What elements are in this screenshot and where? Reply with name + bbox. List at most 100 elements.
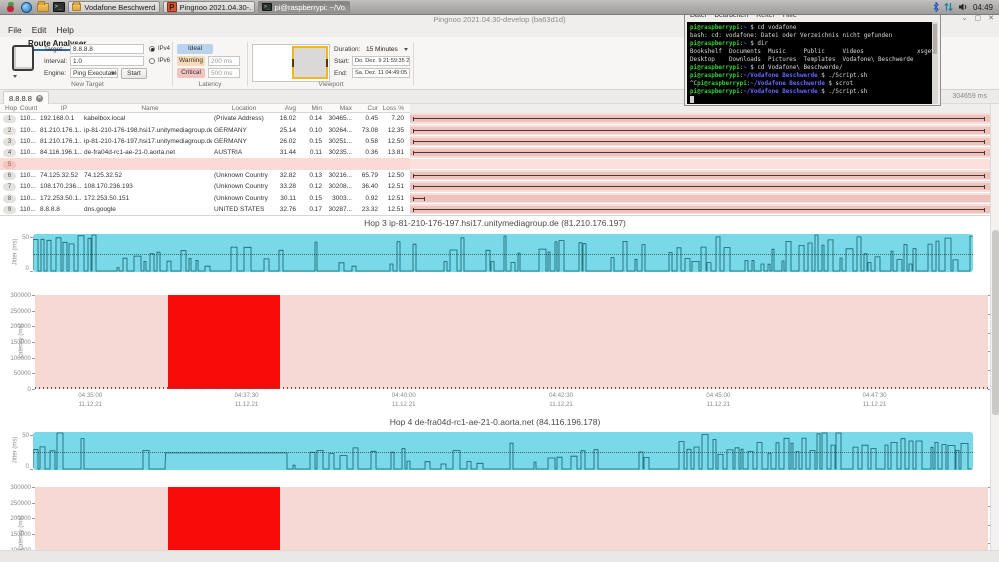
cell-loss: 12.35 (387, 126, 404, 134)
raspberry-menu-icon[interactable] (4, 1, 17, 13)
terminal-text: $ cd vodafone (746, 25, 797, 31)
clock[interactable]: 04:49 (973, 3, 995, 12)
col-header-name[interactable]: Name (120, 105, 180, 112)
terminal-text: pi@raspberrypi (690, 89, 740, 96)
critical-value-input[interactable]: 500 ms (208, 68, 240, 78)
cell-location: (Unknown Country?) (214, 171, 268, 179)
hop-table-header: Hop Count IP Name Location Avg Min Max Cur Loss % (0, 104, 410, 113)
col-header-ip[interactable]: IP (46, 105, 82, 112)
ipv6-radio[interactable] (149, 58, 155, 64)
ideal-pill[interactable]: Ideal (177, 44, 213, 54)
table-row-hop-2[interactable]: 2 110... 81.210.176.1... ip-81-210-176-198.… (0, 124, 410, 136)
ipv4-radio[interactable] (149, 46, 155, 52)
col-header-cur[interactable]: Cur (354, 105, 378, 112)
table-row-hop-1[interactable]: 1 110... 192.168.0.1 kabelbox.local (Private… (0, 113, 410, 125)
jitter-midline (33, 254, 973, 255)
terminal-line-8: ^Cpi@raspberrypi:~/Vodafone Beschwerde $… (690, 80, 933, 88)
jitter-midline (33, 452, 973, 453)
cell-cur: 0.58 (365, 137, 378, 145)
col-header-max[interactable]: Max (324, 105, 352, 112)
bluetooth-icon[interactable] (933, 2, 939, 12)
table-row-hop-6[interactable]: 6 110... 74.125.32.52 74.125.32.52 (Unknown … (0, 169, 410, 182)
task-window-label: Vodafone Beschwerd... (84, 2, 156, 12)
hop3-latency-ylabel: Latency (ms) (18, 323, 25, 359)
viewport-selector[interactable] (292, 46, 328, 79)
hop-table: Hop Count IP Name Location Avg Min Max Cur Loss %… (0, 104, 410, 216)
terminal-scrollbar[interactable] (932, 22, 938, 104)
col-header-loss[interactable]: Loss % (376, 105, 404, 112)
table-row-hop-9[interactable]: 9 110... 8.8.8.8 dns.google UNITED STATES 32.… (0, 203, 410, 216)
hop3-latency-xtick-date: 11.12.21 (549, 401, 573, 408)
terminal-text: bash: cd: vodafone: Datei oder Verzeichn… (690, 33, 893, 40)
file-manager-icon[interactable] (36, 0, 49, 13)
critical-pill[interactable]: Critical (177, 68, 205, 78)
viewport-end-input[interactable]: Sa. Dez. 11 04:49:05 2021 (352, 68, 410, 78)
hop3-latency-ytick-150000: 150000 (10, 339, 31, 346)
col-header-count[interactable]: Count (20, 105, 42, 112)
menu-item-file[interactable]: File (8, 25, 22, 35)
table-row-hop-4[interactable]: 4 110... 84.116.196.1... de-fra04d-rc1-ae-2… (0, 147, 410, 159)
hop3-latency-xtick-time: 04:40:00 (391, 392, 416, 399)
sparkline-row-hop-4 (410, 147, 990, 159)
col-header-avg[interactable]: Avg (262, 105, 296, 112)
hop3-latency-xtick-date: 11.12.21 (391, 401, 416, 408)
col-header-min[interactable]: Min (298, 105, 322, 112)
target-icon-dropdown-arrow[interactable] (13, 75, 17, 78)
latency-range-line (413, 208, 985, 213)
duration-dropdown-arrow[interactable] (404, 48, 408, 51)
volume-icon[interactable] (958, 2, 968, 12)
sparkline-row-hop-2 (410, 124, 990, 137)
x-axis-ticks (35, 387, 988, 389)
terminal-screen[interactable]: pi@raspberrypi:~ $ cd vodafone bash: cd: … (687, 22, 933, 104)
terminal-cursor (690, 96, 694, 103)
terminal-scrollbar-thumb[interactable] (933, 24, 937, 54)
task-window-button-1[interactable]: Vodafone Beschwerd... (68, 1, 160, 13)
interval-input[interactable]: 1.0 (70, 56, 144, 66)
col-header-location[interactable]: Location (222, 105, 266, 112)
viewport-start-input[interactable]: Do. Dez. 9 21:59:35 2021 (352, 56, 410, 66)
minimize-icon[interactable]: ⌄ (962, 15, 968, 23)
warning-value-input[interactable]: 200 ms (208, 56, 240, 66)
cell-avg: 32.82 (279, 171, 296, 179)
table-row-hop-3[interactable]: 3 110... 81.210.176.1... ip-81-210-176-197.… (0, 135, 410, 148)
close-icon[interactable]: ✕ (988, 15, 994, 23)
hop4-latency-ytick-200000: 200000 (10, 515, 31, 523)
col-header-hop[interactable]: Hop (3, 105, 19, 112)
hop3-latency-xtick-time: 04:35:00 (78, 392, 103, 399)
sparkline-row-hop-6 (410, 170, 990, 182)
task-window-button-2[interactable]: P Pingnoo 2021.04.30-... (163, 1, 255, 13)
engine-dropdown-arrow[interactable] (111, 72, 115, 75)
terminal-line-9: pi@raspberrypi:~/Vodafone Beschwerde $ .… (690, 88, 933, 96)
target-cube-icon[interactable] (12, 45, 34, 71)
terminal-launcher-icon[interactable]: >_ (52, 1, 65, 13)
hop4-latency-ytick-250000: 250000 (10, 499, 31, 507)
terminal-text: $ dir (746, 41, 769, 48)
cell-ip: 172.253.50.1... (40, 194, 82, 202)
network-arrows-icon[interactable] (944, 2, 953, 12)
task-window-button-3[interactable]: >_ pi@raspberrypi: ~/Vo... (258, 1, 350, 13)
duration-label: Duration: (334, 46, 361, 53)
start-button[interactable]: Start (121, 68, 147, 79)
tab-8888[interactable]: 8.8.8.8 ✕ (3, 91, 49, 104)
cell-max: 30216... (328, 171, 353, 179)
terminal-line-2: bash: cd: vodafone: Datei oder Verzeichn… (690, 32, 933, 40)
vertical-scrollbar[interactable] (990, 104, 999, 550)
hop3-latency-xtick-time: 04:42:30 (549, 392, 574, 399)
maximize-icon[interactable]: ▢ (975, 15, 982, 23)
table-row-hop-8[interactable]: 8 110... 172.253.50.1... 172.253.50.151 (Unk… (0, 192, 410, 204)
scrollbar-thumb[interactable] (992, 230, 999, 415)
warning-pill[interactable]: Warning (177, 56, 205, 66)
menu-item-edit[interactable]: Edit (32, 25, 47, 35)
web-browser-icon[interactable] (20, 1, 33, 13)
hop3-latency-ytick-100000: 100000 (10, 354, 31, 362)
target-input[interactable]: 8.8.8.8 (70, 44, 144, 54)
latency-range-line (413, 174, 985, 179)
table-row-hop-5[interactable]: 5 (0, 158, 410, 170)
table-row-hop-7[interactable]: 7 110... 108.170.236.... 108.170.236.193 (Un… (0, 181, 410, 193)
menu-item-help[interactable]: Help (56, 25, 73, 35)
cell-location: UNITED STATES (214, 205, 265, 213)
cell-loss: 12.50 (387, 137, 404, 145)
cell-ip: 108.170.236.... (40, 183, 82, 191)
duration-select[interactable]: 15 Minutes (366, 46, 398, 53)
tab-close-icon[interactable]: ✕ (35, 94, 43, 102)
